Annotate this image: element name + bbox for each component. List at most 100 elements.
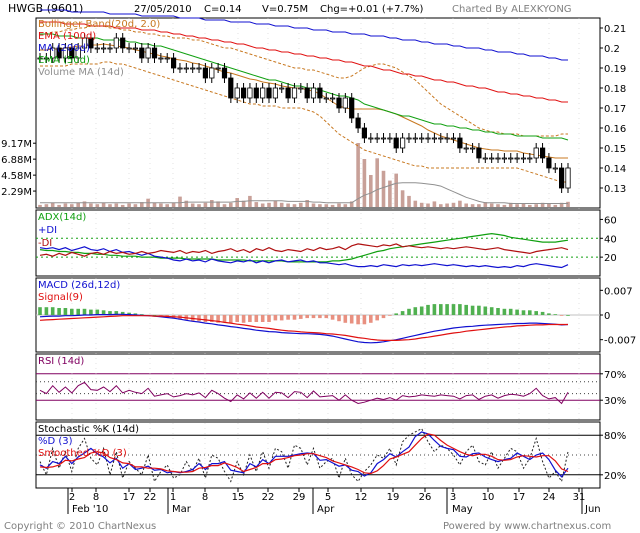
volume-bar <box>502 204 507 207</box>
macd-histogram-bar <box>197 315 201 322</box>
candle-body <box>253 87 259 99</box>
symbol-label: HWGB (9601) <box>8 2 83 15</box>
date-tick-label: 24 <box>543 492 556 503</box>
legend-macd: MACD (26d,12d) <box>38 280 120 291</box>
macd-histogram-bar <box>89 309 93 315</box>
volume-bar <box>120 204 125 207</box>
macd-histogram-bar <box>44 307 49 315</box>
candle-body <box>495 157 501 160</box>
macd-histogram-bar <box>528 310 532 315</box>
candle-body <box>457 137 463 149</box>
legend-ema100: EMA (100d) <box>38 31 96 42</box>
legend-stoch-smoothed: Smoothed %D (3) <box>38 448 127 459</box>
volume-bar <box>458 200 462 207</box>
candle-body <box>145 47 151 59</box>
macd-histogram-bar <box>470 305 475 315</box>
candle-body <box>387 137 393 140</box>
month-label: Feb '10 <box>72 504 108 515</box>
volume-bar <box>70 204 74 207</box>
candle-body <box>419 137 425 140</box>
volume-bar <box>152 202 157 207</box>
date-tick-label: 26 <box>419 492 432 503</box>
macd-tick-label: 0.007 <box>604 286 633 297</box>
volume-bar <box>362 159 367 207</box>
stock-chart: HWGB (9601) 27/05/2010 C=0.14 V=0.75M Ch… <box>1 2 636 532</box>
volume-bar <box>203 202 208 207</box>
candle-body <box>406 137 412 140</box>
date-tick-label: 1 <box>170 492 176 503</box>
candle-body <box>291 87 298 99</box>
adx-legend: ADX(14d) +DI -DI <box>38 212 86 249</box>
date-label: 27/05/2010 <box>134 4 192 15</box>
price-tick-label: 0.18 <box>604 84 626 95</box>
price-tick-label: 0.19 <box>604 64 626 75</box>
volume-bar <box>547 203 551 207</box>
signal-line <box>39 315 568 341</box>
date-tick-label: 31 <box>573 492 586 503</box>
legend-signal: Signal(9) <box>38 292 83 303</box>
volume-bar <box>337 203 341 207</box>
volume-bar <box>210 200 214 207</box>
rsi-legend: RSI (14d) <box>38 356 84 367</box>
macd-histogram-bar <box>248 315 252 322</box>
candle-body <box>266 87 272 99</box>
macd-histogram-bar <box>534 311 538 315</box>
adx-tick-label: 20 <box>604 253 617 264</box>
volume-bar <box>330 204 335 207</box>
volume-bar <box>419 202 424 207</box>
volume-bar <box>407 195 411 207</box>
stoch-tick-label: 20% <box>604 471 626 482</box>
volume-bar <box>267 202 271 207</box>
macd-histogram-bar <box>324 315 329 319</box>
macd-histogram-bar <box>349 315 354 324</box>
macd-histogram-bar <box>222 315 227 322</box>
candle-body <box>355 117 361 129</box>
macd-histogram-bar <box>547 313 551 315</box>
macd-histogram-bar <box>483 306 488 315</box>
volume-bar <box>566 201 570 207</box>
macd-histogram-bar <box>76 308 80 315</box>
date-tick-label: 2 <box>69 492 75 503</box>
volume-bar <box>38 204 42 207</box>
adx-tick-label: 40 <box>604 234 617 245</box>
macd-histogram-bar <box>407 308 411 315</box>
volume-bar <box>95 204 100 207</box>
candle-body <box>247 87 253 99</box>
macd-histogram-bar <box>279 315 284 321</box>
candle-body <box>215 67 221 70</box>
macd-tick-label: 0 <box>604 311 610 322</box>
macd-histogram-bar <box>254 315 259 322</box>
date-tick-label: 17 <box>123 492 136 503</box>
adx-tick-label: 60 <box>604 215 617 226</box>
volume-bar <box>89 203 93 207</box>
volume-tick-label: 4.58M <box>1 171 32 182</box>
macd-histogram-bar <box>260 315 265 322</box>
volume-bar <box>165 204 169 207</box>
candle-body <box>374 137 380 140</box>
candle-body <box>221 67 228 79</box>
date-tick-label: 19 <box>387 492 400 503</box>
price-tick-label: 0.13 <box>604 184 626 195</box>
volume-bar <box>235 198 239 207</box>
volume-bar <box>171 202 176 207</box>
macd-histogram-bar <box>521 310 526 315</box>
date-tick-label: 3 <box>450 492 456 503</box>
candle-body <box>361 127 368 139</box>
candle-body <box>190 67 196 70</box>
volume-bar <box>394 173 398 207</box>
date-tick-label: 8 <box>202 492 208 503</box>
candle-body <box>323 97 329 100</box>
volume-bar <box>470 204 475 207</box>
macd-histogram-bar <box>318 315 322 319</box>
volume-bar <box>178 196 182 207</box>
candle-body <box>393 137 399 149</box>
macd-histogram-bar <box>311 315 316 319</box>
candle-body <box>228 77 234 99</box>
candle-body <box>469 147 476 150</box>
candle-body <box>260 87 266 99</box>
volume-bar <box>114 203 119 207</box>
candle-body <box>310 87 317 99</box>
candle-body <box>298 87 304 90</box>
candle-body <box>132 47 138 50</box>
macd-histogram-bar <box>82 308 87 315</box>
